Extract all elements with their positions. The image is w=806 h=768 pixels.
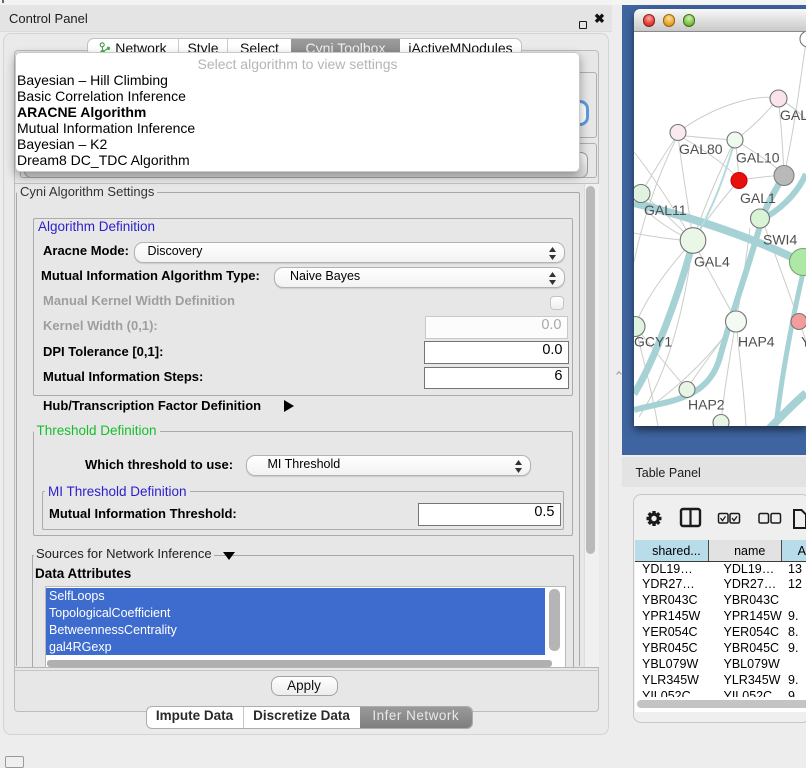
- svg-text:GAL80: GAL80: [679, 141, 723, 157]
- svg-text:GCY1: GCY1: [634, 333, 672, 349]
- svg-text:GAL1: GAL1: [740, 190, 776, 206]
- svg-text:GAL4: GAL4: [694, 253, 730, 269]
- svg-text:HAP2: HAP2: [688, 396, 725, 412]
- svg-text:Y: Y: [801, 333, 806, 349]
- svg-text:GAL2: GAL2: [780, 107, 806, 123]
- svg-text:SWI4: SWI4: [763, 231, 797, 247]
- svg-text:GAL11: GAL11: [644, 202, 687, 218]
- svg-text:GAL10: GAL10: [736, 149, 780, 165]
- svg-text:HAP4: HAP4: [738, 333, 775, 349]
